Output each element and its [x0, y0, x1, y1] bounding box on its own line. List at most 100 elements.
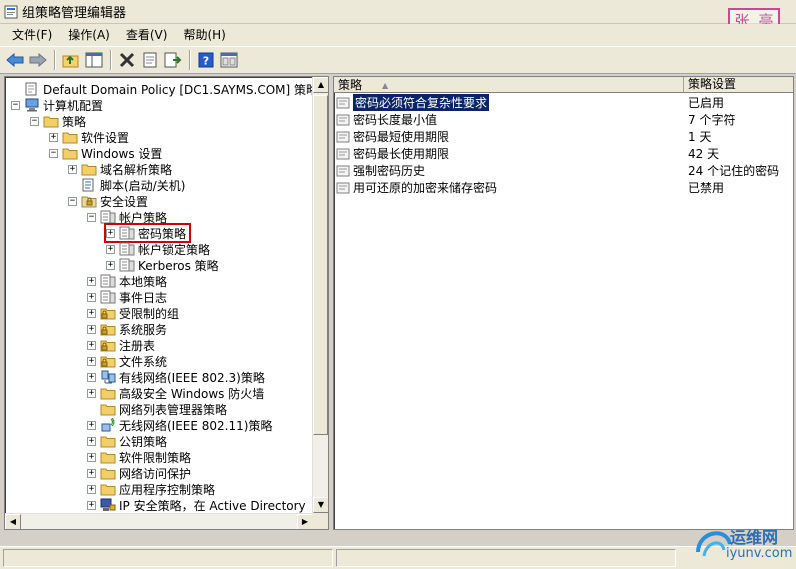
up-level-button[interactable] — [60, 49, 82, 71]
scrollbar-corner — [312, 513, 328, 529]
tree-item[interactable]: 脚本(启动/关机) — [68, 177, 185, 193]
tree-item[interactable]: + 事件日志 — [87, 289, 167, 305]
script-icon — [81, 178, 97, 192]
expand-icon[interactable]: + — [87, 276, 96, 286]
list-item[interactable]: 强制密码历史 24 个记住的密码 — [336, 162, 791, 179]
tree-item-label: 有线网络(IEEE 802.3)策略 — [119, 370, 265, 385]
properties-button[interactable] — [139, 49, 161, 71]
back-button[interactable] — [4, 49, 26, 71]
menu-action[interactable]: 操作(A) — [60, 25, 118, 45]
tree-item[interactable]: + 注册表 — [87, 337, 155, 353]
tree-item[interactable]: + IP 安全策略，在 Active Directory — [87, 497, 306, 513]
tree-item[interactable]: − 帐户策略 — [87, 209, 167, 225]
tree-item[interactable]: + Kerberos 策略 — [106, 257, 219, 273]
expand-icon[interactable]: + — [87, 340, 96, 350]
tree-item[interactable]: + 域名解析策略 — [68, 161, 172, 177]
list-item[interactable]: 密码最短使用期限 1 天 — [336, 128, 791, 145]
scroll-thumb[interactable] — [313, 95, 328, 435]
policy-list-icon — [100, 274, 116, 288]
expand-icon[interactable]: + — [87, 420, 96, 430]
show-hide-tree-button[interactable] — [83, 49, 105, 71]
tree-item[interactable]: + 文件系统 — [87, 353, 167, 369]
list-item[interactable]: 用可还原的加密来储存密码 已禁用 — [336, 179, 791, 196]
expand-icon[interactable]: + — [49, 132, 58, 142]
expand-icon[interactable]: + — [87, 356, 96, 366]
collapse-icon[interactable]: − — [11, 100, 20, 110]
tree-item-label: Kerberos 策略 — [138, 258, 219, 273]
expand-icon[interactable]: + — [87, 436, 96, 446]
tree-item[interactable]: + 帐户锁定策略 — [106, 241, 210, 257]
policy-cell: 密码最短使用期限 — [336, 128, 684, 145]
tree-item[interactable]: + 软件限制策略 — [87, 449, 191, 465]
expand-icon[interactable]: + — [87, 468, 96, 478]
collapse-icon[interactable]: − — [87, 212, 96, 222]
tree-item-label: 软件设置 — [81, 130, 130, 145]
delete-button[interactable] — [116, 49, 138, 71]
expand-icon[interactable]: + — [68, 164, 77, 174]
tree-item-label: 帐户策略 — [119, 210, 168, 225]
tree-item[interactable]: + 本地策略 — [87, 273, 167, 289]
tree-item-password-policy[interactable]: + 密码策略 — [103, 223, 192, 243]
scroll-up-icon[interactable]: ▲ — [313, 77, 328, 93]
policy-setting-value: 7 个字符 — [688, 113, 736, 127]
menu-file[interactable]: 文件(F) — [4, 25, 60, 45]
collapse-icon[interactable]: − — [49, 148, 58, 158]
forward-button[interactable] — [27, 49, 49, 71]
expand-icon[interactable]: + — [87, 308, 96, 318]
list-item[interactable]: 密码最长使用期限 42 天 — [336, 145, 791, 162]
list-item[interactable]: 密码必须符合复杂性要求 已启用 — [336, 94, 791, 111]
column-header-setting[interactable]: 策略设置 — [684, 77, 793, 93]
console-button[interactable] — [218, 49, 240, 71]
policy-setting-value: 已启用 — [688, 96, 725, 110]
tree-item[interactable]: Default Domain Policy [DC1.SAYMS.COM] 策略 — [11, 81, 313, 97]
menu-view[interactable]: 查看(V) — [118, 25, 176, 45]
tree-item[interactable]: + 无线网络(IEEE 802.11)策略 — [87, 417, 272, 433]
export-list-button[interactable] — [162, 49, 184, 71]
tree-item[interactable]: + 有线网络(IEEE 802.3)策略 — [87, 369, 265, 385]
tree-item-label: 脚本(启动/关机) — [100, 178, 186, 193]
policy-name: 强制密码历史 — [353, 164, 426, 178]
toolbar-separator — [54, 50, 56, 70]
expand-icon[interactable]: + — [87, 292, 96, 302]
locked-folder-icon — [100, 338, 116, 352]
collapse-icon[interactable]: − — [30, 116, 39, 126]
expand-icon[interactable]: + — [87, 452, 96, 462]
expand-icon[interactable]: + — [106, 260, 115, 270]
tree-item[interactable]: − 计算机配置 — [11, 97, 103, 113]
tree-item[interactable]: + 受限制的组 — [87, 305, 179, 321]
tree-item[interactable]: + 高级安全 Windows 防火墙 — [87, 385, 264, 401]
list-pane: 策略 ▲ 策略设置 密码必须符合复杂性要求 已启用 密码长度最小值 7 个字符 密码最短… — [333, 76, 794, 530]
scroll-right-icon[interactable]: ▶ — [297, 514, 313, 529]
tree-item[interactable]: + 软件设置 — [49, 129, 129, 145]
expand-icon[interactable]: + — [87, 500, 96, 510]
expand-icon[interactable]: + — [87, 388, 96, 398]
help-button[interactable]: ? — [195, 49, 217, 71]
tree-item[interactable]: − 安全设置 — [68, 193, 148, 209]
expand-icon[interactable]: + — [106, 244, 115, 254]
tree-item[interactable]: − Windows 设置 — [49, 145, 162, 161]
toolbar-separator — [110, 50, 112, 70]
tree-item[interactable]: + 网络访问保护 — [87, 465, 191, 481]
expand-icon[interactable]: + — [87, 484, 96, 494]
sort-ascending-icon: ▲ — [382, 80, 389, 90]
collapse-icon[interactable]: − — [68, 196, 77, 206]
policy-tree: Default Domain Policy [DC1.SAYMS.COM] 策略… — [5, 77, 313, 513]
column-header-policy[interactable]: 策略 ▲ — [334, 77, 684, 93]
list-item[interactable]: 密码长度最小值 7 个字符 — [336, 111, 791, 128]
tree-item[interactable]: 网络列表管理器策略 — [87, 401, 227, 417]
tree-vertical-scrollbar[interactable]: ▲ ▼ — [312, 77, 328, 513]
tree-horizontal-scrollbar[interactable]: ◀ ▶ — [5, 513, 313, 529]
policy-setting-value: 24 个记住的密码 — [688, 164, 780, 178]
tree-item[interactable]: − 策略 — [30, 113, 86, 129]
expand-icon[interactable]: + — [106, 228, 115, 238]
expand-icon[interactable]: + — [87, 324, 96, 334]
scroll-down-icon[interactable]: ▼ — [313, 497, 328, 513]
menu-help[interactable]: 帮助(H) — [175, 25, 233, 45]
expand-icon[interactable]: + — [87, 372, 96, 382]
tree-item[interactable]: + 系统服务 — [87, 321, 167, 337]
tree-item[interactable]: + 公钥策略 — [87, 433, 167, 449]
tree-item[interactable]: + 应用程序控制策略 — [87, 481, 215, 497]
scroll-left-icon[interactable]: ◀ — [5, 514, 21, 529]
tree-item-label: 密码策略 — [138, 226, 187, 241]
